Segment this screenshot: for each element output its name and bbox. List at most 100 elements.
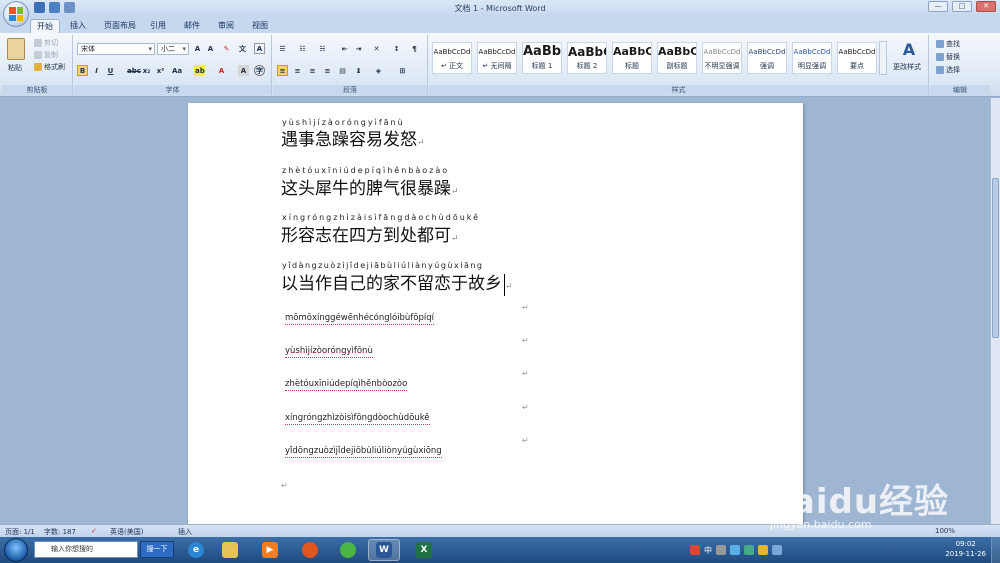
phonetic-guide-icon[interactable]: 文 [237,43,248,54]
insert-mode[interactable]: 插入 [178,527,192,537]
minimize-button[interactable]: — [928,1,948,12]
taskbar-excel[interactable]: X [408,539,440,561]
bullets-icon[interactable]: ☰ [277,43,288,54]
tab-review[interactable]: 审阅 [214,19,238,33]
sort-icon[interactable]: ↕ [391,43,402,54]
pinyin-line[interactable]: mōmōxínggéwēnhécónglóibùfōpíqí [285,313,435,325]
distributed-icon[interactable]: ▤ [337,65,348,76]
pinyin-line[interactable]: xíngróngzhìzòisìfōngdòochùdōukě [285,413,430,425]
ruby-hanzi-line[interactable]: 形容志在四方到处都可↵ [281,221,459,246]
cut-button[interactable]: 剪切 [34,38,58,48]
font-size-select[interactable]: 小二 [157,43,189,55]
ruby-hanzi-line[interactable]: 以当作自己的家不留恋于故乡 ↵ [281,269,513,296]
paste-icon[interactable] [7,38,25,60]
style-tile[interactable]: AaBbCcDd ↵ 无间隔 [477,42,517,74]
tab-page-layout[interactable]: 页面布局 [100,19,140,33]
align-left-icon[interactable]: ≡ [277,65,288,76]
find-button[interactable]: 查找 [936,39,960,49]
taskbar-media[interactable]: ▶ [254,539,286,561]
tray-ime-icon[interactable] [716,545,726,555]
italic-button[interactable]: I [91,65,102,76]
show-desktop-button[interactable] [991,537,1000,563]
clear-format-icon[interactable]: ✎ [221,43,232,54]
zoom-level[interactable]: 100% [935,527,955,535]
replace-button[interactable]: 替换 [936,52,960,62]
language-indicator[interactable]: 英语(美国) [110,527,143,537]
taskbar-search-button[interactable]: 搜一下 [140,541,174,558]
ime-indicator[interactable]: 中 [704,545,712,556]
style-tile[interactable]: AaBbC 副标题 [657,42,697,74]
pinyin-line[interactable]: zhètóuxīniúdepíqìhěnbòozòo [285,379,408,391]
show-marks-icon[interactable]: ¶ [409,43,420,54]
ruby-hanzi-line[interactable]: 遇事急躁容易发怒↵ [281,125,425,150]
style-tile[interactable]: AaBbC 标题 2 [567,42,607,74]
ruby-hanzi-line[interactable]: 这头犀牛的脾气很暴躁↵ [281,174,459,199]
tray-battery-icon[interactable] [772,545,782,555]
tray-volume-icon[interactable] [758,545,768,555]
vertical-scrollbar[interactable] [990,98,1000,524]
numbering-icon[interactable]: ☷ [297,43,308,54]
tab-insert[interactable]: 插入 [66,19,90,33]
copy-button[interactable]: 复制 [34,50,58,60]
font-name-select[interactable]: 宋体 [77,43,155,55]
tray-security-icon[interactable] [744,545,754,555]
start-button[interactable] [4,538,28,562]
strikethrough-icon[interactable]: abc [126,65,141,76]
style-tile[interactable]: AaBbCcDd 不明显强调 [702,42,742,74]
justify-icon[interactable]: ≡ [322,65,333,76]
office-button[interactable] [3,1,29,27]
superscript-icon[interactable]: x² [155,65,166,76]
bold-button[interactable]: B [77,65,88,76]
tray-network-icon[interactable] [730,545,740,555]
tab-view[interactable]: 视图 [248,19,272,33]
clock[interactable]: 09:02 2019-11-26 [945,539,986,559]
chinese-layout-icon[interactable]: ✕ [371,43,382,54]
increase-indent-icon[interactable]: ⇥ [353,43,364,54]
char-border-icon[interactable]: A [254,43,265,54]
taskbar-word[interactable]: W [368,539,400,561]
subscript-icon[interactable]: x₂ [141,65,152,76]
tray-app-icon[interactable] [690,545,700,555]
taskbar-search-input[interactable]: 输入你想搜的 [34,541,138,558]
word-count[interactable]: 字数: 187 [44,527,76,537]
proofing-icon[interactable]: ✓ [91,527,97,535]
style-tile[interactable]: AaBbCcDd 明显强调 [792,42,832,74]
multilevel-list-icon[interactable]: ☵ [317,43,328,54]
page-count[interactable]: 页面: 1/1 [5,527,35,537]
pinyin-line[interactable]: yùshìjízòoróngyìfōnù [285,346,373,358]
tab-references[interactable]: 引用 [146,19,170,33]
highlight-icon[interactable]: ab [194,65,205,76]
enclose-char-icon[interactable]: 字 [254,65,265,76]
underline-button[interactable]: U [105,65,116,76]
pinyin-line[interactable]: yǐdōngzuòzìjǐdejiōbùliúliònyúgùxiōng [285,446,442,458]
paste-button[interactable]: 粘贴 [8,63,22,73]
decrease-indent-icon[interactable]: ⇤ [339,43,350,54]
styles-scroll[interactable] [879,41,887,75]
taskbar-explorer[interactable] [214,539,246,561]
align-center-icon[interactable]: ≡ [292,65,303,76]
font-color-icon[interactable]: A [216,65,227,76]
taskbar-ie[interactable]: e [180,539,212,561]
style-tile[interactable]: AaBbCcDd ↵ 正文 [432,42,472,74]
change-styles-button[interactable]: 更改样式 [893,62,921,72]
taskbar-360[interactable] [332,539,364,561]
line-spacing-icon[interactable]: ↨ [353,65,364,76]
select-button[interactable]: 选择 [936,65,960,75]
change-case-icon[interactable]: Aa [171,65,182,76]
close-button[interactable]: ✕ [976,1,996,12]
style-tile[interactable]: AaBbCcDd 要点 [837,42,877,74]
scroll-thumb[interactable] [992,178,999,338]
align-right-icon[interactable]: ≡ [307,65,318,76]
shading-icon[interactable]: ◈ [373,65,384,76]
style-tile[interactable]: AaBb 标题 1 [522,42,562,74]
style-tile[interactable]: AaBbCcDd 强调 [747,42,787,74]
change-styles-icon[interactable]: A [899,40,919,59]
format-painter-button[interactable]: 格式刷 [34,62,65,72]
maximize-button[interactable]: □ [952,1,972,12]
style-tile[interactable]: AaBbC 标题 [612,42,652,74]
char-shading-icon[interactable]: A [238,65,249,76]
document-page[interactable]: yùshìjízàoróngyìfānù 遇事急躁容易发怒↵ zhètóuxīn… [188,103,803,524]
shrink-font-icon[interactable]: A [205,43,216,54]
borders-icon[interactable]: ⊞ [397,65,408,76]
taskbar-firefox[interactable] [294,539,326,561]
